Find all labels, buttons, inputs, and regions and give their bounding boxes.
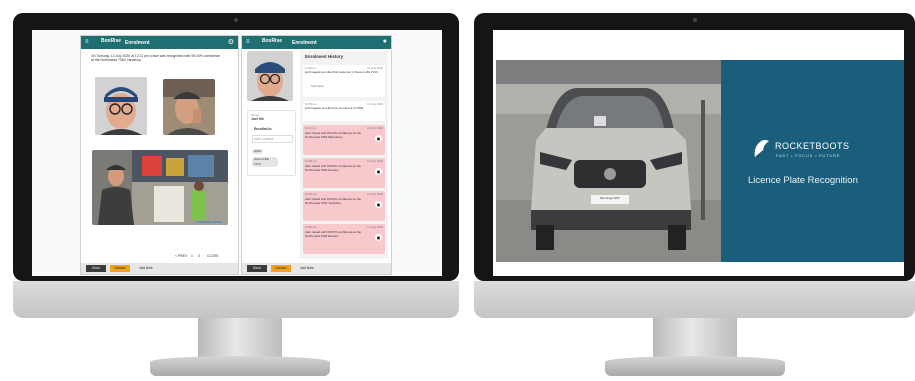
camera-icon[interactable]: ▣ (375, 201, 382, 208)
captured-face-photo[interactable] (163, 79, 215, 135)
menu-icon[interactable]: ≡ (85, 39, 89, 45)
add-note-button[interactable]: Add Note (134, 265, 158, 272)
left-monitor-stand-foot (150, 356, 330, 376)
camera-icon[interactable]: ▣ (375, 168, 382, 175)
right-screen: Bunnings LPR ROCKETBOOTS FAST • FOCUS • … (493, 30, 904, 276)
add-note-button-2[interactable]: Add Note (295, 265, 319, 272)
close-button[interactable]: CLOSE (207, 254, 219, 258)
alert-time: 12:11 pm (305, 126, 317, 130)
alert-date: 14 July 2020 (367, 225, 383, 229)
alert-text: Alert raised with 99.57% confidence at t… (305, 230, 362, 238)
history-entry: 10:50 am 14 July 2020 josh.nagasit enrol… (303, 101, 385, 121)
store-camera-photo[interactable] (92, 150, 228, 225)
alert-time: 12:09 pm (305, 159, 317, 163)
brand-tagline: FAST • FOCUS • FUTURE (776, 153, 841, 158)
action-bar-2: Enrol Dismiss Add Note (242, 263, 391, 274)
left-screen: ≡ BoxRise Enrolment ⚙ On Tuesday, 14 Jul… (32, 30, 442, 276)
enrolled-in-label: Enrolled in (254, 127, 272, 131)
right-monitor: Bunnings LPR ROCKETBOOTS FAST • FOCUS • … (470, 0, 915, 381)
app-logo: BoxRise (101, 38, 122, 44)
alert-entry[interactable]: 12:09 pm 14 July 2020 Alert raised with … (303, 158, 385, 188)
rocketboots-logo-icon (751, 139, 771, 159)
settings-icon[interactable]: ⚙ (228, 38, 234, 46)
enrol-button-2[interactable]: Enrol (247, 265, 267, 272)
right-monitor-stand-neck (653, 318, 737, 360)
history-entry: 11:15 pm 15 July 2020 josh.nagasit enrol… (303, 65, 385, 97)
history-text: josh.nagasit enrolled this customer in S… (305, 70, 378, 74)
history-column: Enrolment History 11:15 pm 15 July 2020 … (300, 51, 388, 259)
alert-text: Alert raised with 99.02% confidence at t… (305, 197, 362, 205)
profile-card: Name Joel Ott Enrolled in Add Location N… (247, 110, 296, 176)
brand-panel: ROCKETBOOTS FAST • FOCUS • FUTURE Licenc… (721, 60, 904, 262)
enrolled-face-photo[interactable] (95, 77, 147, 135)
page-title-2: Enrolment (292, 40, 317, 46)
pagination-page-2[interactable]: 2 (198, 254, 200, 258)
location-chip-seven-hills[interactable]: Seven Hills 7213 (252, 157, 278, 167)
enrolment-history-panel: ≡ BoxRise Enrolment ● Name Joel Ott Enro (241, 35, 392, 275)
alert-time: 11:58 am (305, 225, 317, 229)
left-monitor-chin (13, 281, 459, 318)
alert-text: Alert raised with 99.63% confidence at t… (305, 164, 362, 172)
alert-time: 12:05 pm (305, 192, 317, 196)
profile-photo (247, 51, 293, 101)
enrolment-detail-panel: ≡ BoxRise Enrolment ⚙ On Tuesday, 14 Jul… (80, 35, 239, 275)
alert-entry[interactable]: 11:58 am 14 July 2020 Alert raised with … (303, 224, 385, 254)
recognition-description: On Tuesday, 14 July 2020 at 12:11 pm a f… (91, 54, 221, 62)
right-monitor-chin (474, 281, 915, 318)
slide-heading: Licence Plate Recognition (748, 175, 858, 186)
slide: Bunnings LPR ROCKETBOOTS FAST • FOCUS • … (496, 60, 904, 262)
history-title: Enrolment History (305, 54, 344, 59)
location-chip-nsw[interactable]: NSW (252, 149, 263, 154)
left-camera (234, 18, 238, 22)
dismiss-button[interactable]: Dismiss (110, 265, 130, 272)
plate-badge: Bunnings LPR (600, 196, 620, 200)
left-monitor-stand-neck (198, 318, 282, 360)
history-text: josh.nagasit enrolled this enrolment to … (305, 106, 364, 110)
info-icon[interactable]: ● (383, 38, 387, 45)
name-value: Joel Ott (251, 117, 264, 121)
alert-entry[interactable]: 12:11 pm 14 July 2020 Alert raised with … (303, 125, 385, 155)
alert-text: Alert raised with 99.44% confidence at t… (305, 131, 362, 139)
alert-date: 14 July 2020 (367, 192, 383, 196)
dismiss-button-2[interactable]: Dismiss (271, 265, 291, 272)
app-logo-2: BoxRise (262, 38, 283, 44)
page-title: Enrolment (125, 40, 150, 46)
compare-faces-link[interactable]: COMPARE FACES (196, 220, 222, 224)
pagination-page-1[interactable]: 1 (191, 254, 193, 258)
pagination-prev[interactable]: < PREV (175, 254, 187, 258)
action-bar: Enrol Dismiss Add Note (81, 263, 238, 274)
camera-icon[interactable]: ▣ (375, 234, 382, 241)
car-camera-image: Bunnings LPR (496, 60, 721, 262)
enrol-button[interactable]: Enrol (86, 265, 106, 272)
brand-name: ROCKETBOOTS (775, 141, 850, 151)
left-monitor: ≡ BoxRise Enrolment ⚙ On Tuesday, 14 Jul… (0, 0, 460, 381)
alert-entry[interactable]: 12:05 pm 14 July 2020 Alert raised with … (303, 191, 385, 221)
app-header-2: ≡ BoxRise Enrolment ● (242, 36, 391, 49)
right-camera (693, 18, 697, 22)
camera-icon[interactable]: ▣ (375, 135, 382, 142)
menu-icon-2[interactable]: ≡ (246, 39, 250, 45)
app-header: ≡ BoxRise Enrolment ⚙ (81, 36, 238, 49)
alert-date: 14 July 2020 (367, 159, 383, 163)
add-location-field[interactable]: Add Location (252, 135, 293, 143)
history-note: Test Note (311, 84, 324, 88)
right-monitor-stand-foot (605, 356, 785, 376)
alert-date: 14 July 2020 (367, 126, 383, 130)
